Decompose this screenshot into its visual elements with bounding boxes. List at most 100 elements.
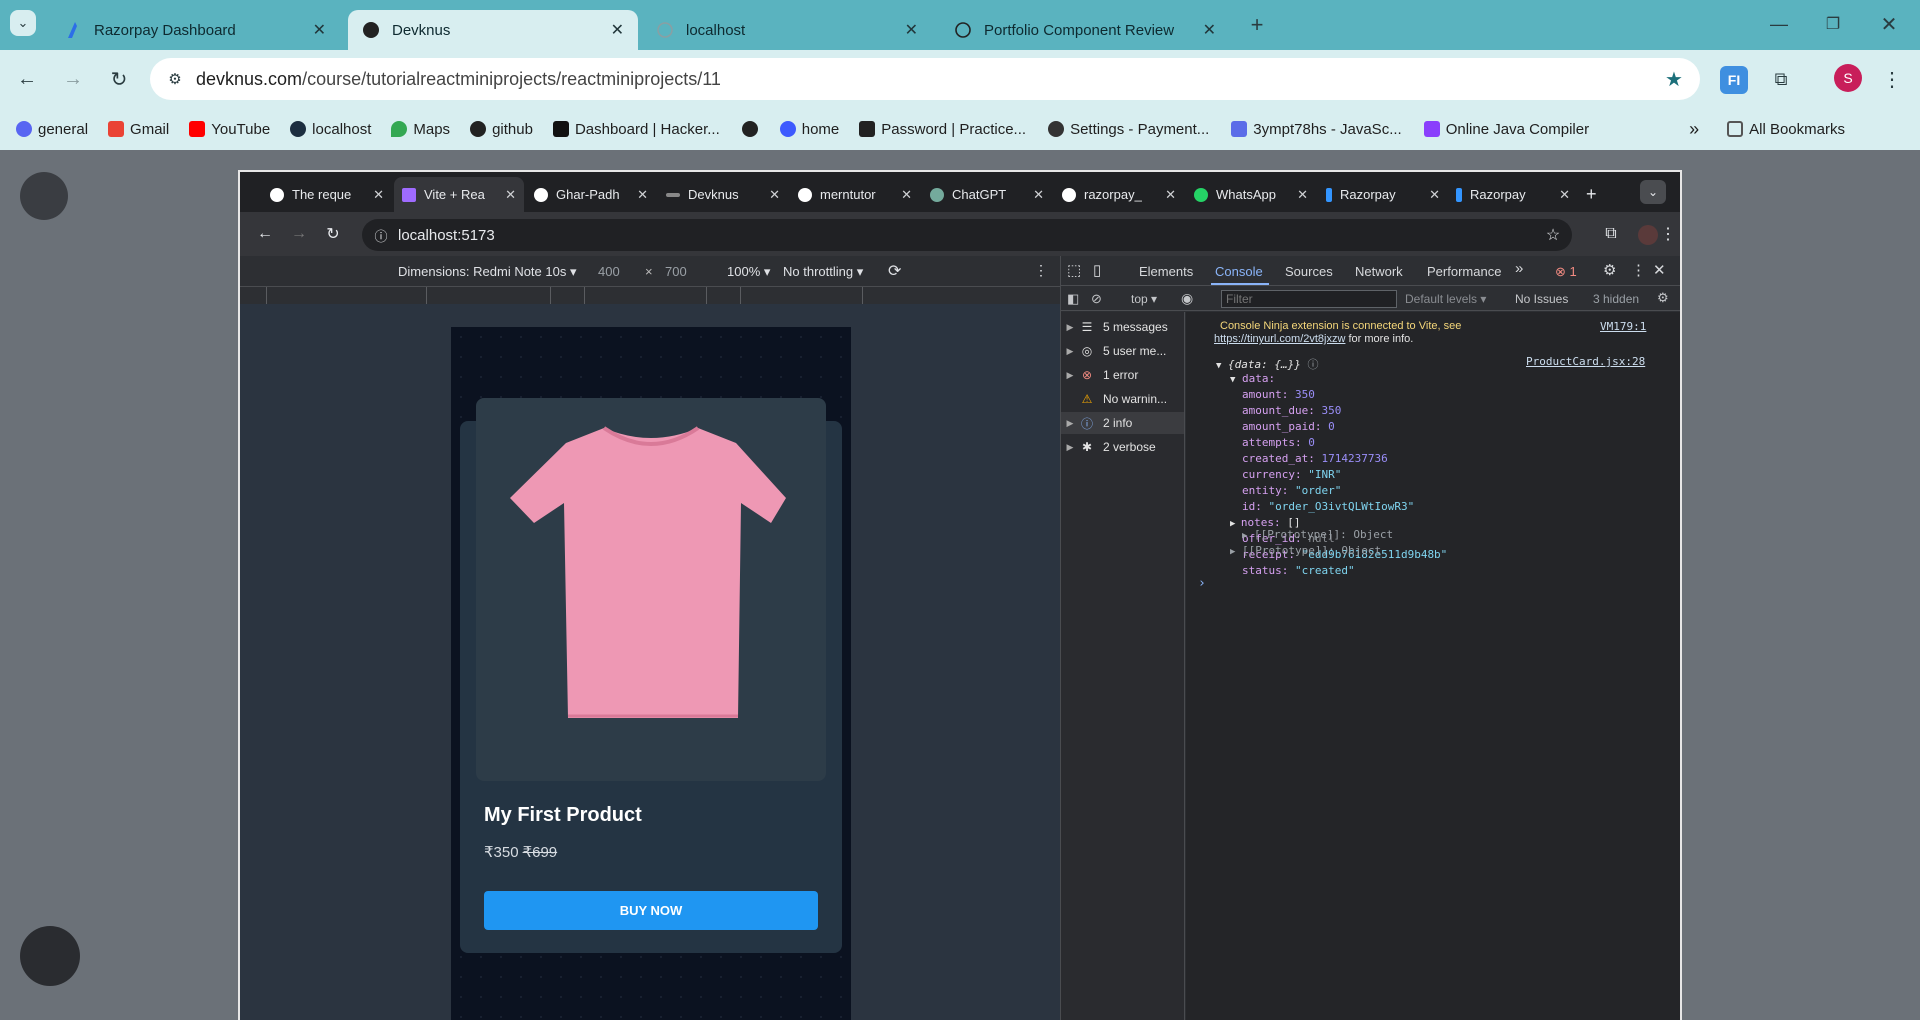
forward-icon[interactable]: → [58,64,88,94]
close-tab-icon[interactable]: ✕ [1203,20,1216,40]
close-window-icon[interactable]: ✕ [1874,10,1904,38]
profile-avatar[interactable]: S [1834,64,1862,92]
inner-tab[interactable]: Razorpay ✕ [1448,177,1578,212]
bookmark-maps[interactable]: Maps [391,121,450,138]
tab-search-icon[interactable]: ⌄ [10,10,36,36]
close-tab-icon[interactable]: ✕ [1165,187,1176,203]
console-settings-icon[interactable]: ⚙ [1657,290,1669,306]
expand-arrow-icon[interactable]: ▶ [1230,519,1241,529]
more-tabs-icon[interactable]: » [1515,260,1523,277]
prototype-outer-row[interactable]: ▶ [[Prototype]]: Object [1230,544,1381,557]
bookmark-hackerrank[interactable]: Dashboard | Hacker... [552,121,720,138]
close-tab-icon[interactable]: ✕ [505,187,516,203]
inner-reload-icon[interactable]: ↻ [322,223,344,245]
inner-address-bar[interactable]: ⓘ localhost:5173 ☆ [362,219,1572,251]
sidebar-user-messages[interactable]: ▶ ◎ 5 user me... [1061,340,1184,362]
reload-icon[interactable]: ↻ [104,64,134,94]
context-select[interactable]: top ▾ [1131,292,1157,306]
sidebar-toggle-icon[interactable]: ◧ [1067,291,1079,307]
close-devtools-icon[interactable]: ✕ [1653,261,1666,279]
console-filter-input[interactable] [1221,290,1397,308]
close-tab-icon[interactable]: ✕ [373,187,384,203]
outer-tab-razorpay-dashboard[interactable]: Razorpay Dashboard ✕ [50,10,340,50]
minimize-icon[interactable]: — [1764,10,1794,38]
device-more-icon[interactable]: ⋮ [1034,262,1048,279]
bookmark-settings-payment[interactable]: Settings - Payment... [1048,121,1209,138]
rotate-icon[interactable]: ⟳ [888,261,901,281]
inner-tab[interactable]: WhatsApp ✕ [1186,177,1316,212]
inner-profile-avatar[interactable] [1638,225,1658,245]
extensions-puzzle-icon[interactable]: ⧉ [1766,64,1796,94]
sidebar-errors[interactable]: ▶ ⊗ 1 error [1061,364,1184,386]
throttling-select[interactable]: No throttling ▾ [783,264,863,280]
extension-icon[interactable]: FI [1720,66,1748,94]
live-expression-eye-icon[interactable]: ◉ [1181,290,1193,307]
close-tab-icon[interactable]: ✕ [1429,187,1440,203]
inner-tab[interactable]: Devknus ✕ [658,177,788,212]
error-count-badge[interactable]: ⊗ 1 [1555,264,1577,280]
inner-tab[interactable]: razorpay_ ✕ [1054,177,1184,212]
close-tab-icon[interactable]: ✕ [1559,187,1570,203]
inner-more-menu-icon[interactable]: ⋮ [1660,223,1676,245]
inner-tab[interactable]: ChatGPT ✕ [922,177,1052,212]
tab-sources[interactable]: Sources [1285,264,1333,279]
issues-button[interactable]: No Issues [1515,292,1568,306]
bookmark-javascript[interactable]: 3ympt78hs - JavaSc... [1231,121,1402,138]
bookmark-star-icon[interactable]: ★ [1662,67,1686,91]
inner-extensions-icon[interactable]: ⧉ [1600,223,1622,245]
bookmark-gmail[interactable]: Gmail [108,121,169,138]
inner-bookmark-star-icon[interactable]: ☆ [1542,224,1564,246]
outer-tab-portfolio-review[interactable]: Portfolio Component Review ✕ [940,10,1230,50]
all-bookmarks[interactable]: All Bookmarks [1727,121,1845,138]
sidebar-verbose[interactable]: ▶ ✱ 2 verbose [1061,436,1184,458]
inner-forward-icon[interactable]: → [288,223,310,245]
inner-back-icon[interactable]: ← [254,223,276,245]
close-tab-icon[interactable]: ✕ [1297,187,1308,203]
tab-network[interactable]: Network [1355,264,1403,279]
bookmark-java-compiler[interactable]: Online Java Compiler [1423,121,1589,138]
tab-elements[interactable]: Elements [1139,264,1193,279]
close-tab-icon[interactable]: ✕ [905,20,918,40]
inner-tab-search-icon[interactable]: ⌄ [1640,180,1666,204]
zoom-select[interactable]: 100% ▾ [727,264,770,280]
device-toggle-icon[interactable]: ▯ [1093,261,1101,279]
info-icon[interactable]: ⓘ [372,226,390,244]
close-tab-icon[interactable]: ✕ [313,20,326,40]
tab-console[interactable]: Console [1215,264,1263,279]
inner-tab[interactable]: The reque ✕ [262,177,392,212]
prototype-inner-row[interactable]: ▶ [[Prototype]]: Object [1242,528,1393,541]
close-tab-icon[interactable]: ✕ [769,187,780,203]
tinyurl-link[interactable]: https://tinyurl.com/2vt8jxzw [1214,333,1345,345]
sidebar-warnings[interactable]: ⚠ No warnin... [1061,388,1184,410]
sidebar-messages[interactable]: ▶ ☰ 5 messages [1061,316,1184,338]
buy-now-button[interactable]: BUY NOW [484,891,818,930]
source-link-vm[interactable]: VM179:1 [1600,320,1646,333]
devtools-more-icon[interactable]: ⋮ [1631,261,1646,279]
close-tab-icon[interactable]: ✕ [1033,187,1044,203]
settings-gear-icon[interactable] [20,926,80,986]
tab-performance[interactable]: Performance [1427,264,1501,279]
close-tab-icon[interactable]: ✕ [611,20,624,40]
address-bar[interactable]: ⚙ devknus.com/course/tutorialreactminipr… [150,58,1700,100]
inner-tab[interactable]: Ghar-Padh ✕ [526,177,656,212]
close-tab-icon[interactable]: ✕ [901,187,912,203]
bookmark-youtube[interactable]: YouTube [189,121,270,138]
inspect-element-icon[interactable]: ⬚ [1067,261,1081,279]
source-link-productcard[interactable]: ProductCard.jsx:28 [1526,355,1645,368]
console-prompt[interactable]: › [1198,576,1206,591]
close-tab-icon[interactable]: ✕ [637,187,648,203]
bookmark-github[interactable]: github [470,121,533,138]
inner-tab[interactable]: merntutor ✕ [790,177,920,212]
device-dimensions-select[interactable]: Dimensions: Redmi Note 10s ▾ [398,264,577,280]
clear-console-icon[interactable]: ⊘ [1091,291,1102,307]
outer-tab-devknus[interactable]: Devknus ✕ [348,10,638,50]
bookmark-localhost[interactable]: localhost [290,121,371,138]
object-header[interactable]: ▼ {data: {…}} ⓘ [1216,356,1319,372]
bookmark-globe[interactable] [741,121,764,137]
inner-new-tab-icon[interactable]: + [1578,177,1608,212]
more-bookmarks-icon[interactable]: » [1689,119,1699,140]
bookmark-general[interactable]: general [16,121,88,138]
restore-icon[interactable]: ❐ [1818,10,1848,38]
bookmark-password[interactable]: Password | Practice... [859,121,1026,138]
back-icon[interactable]: ← [12,64,42,94]
